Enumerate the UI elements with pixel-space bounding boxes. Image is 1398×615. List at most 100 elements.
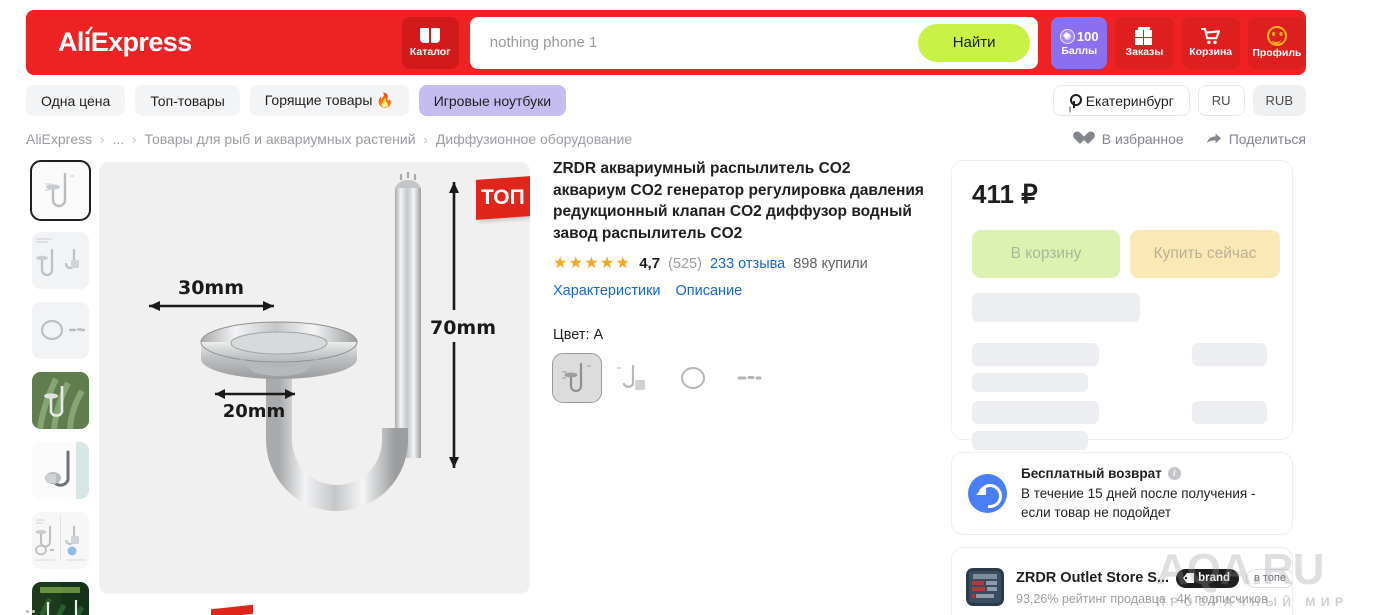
points-count: 100 (1076, 28, 1099, 44)
top-badge-label: ТОП (481, 186, 525, 210)
points-button[interactable]: 100 Баллы (1051, 16, 1108, 69)
info-icon[interactable]: i (1167, 466, 1181, 480)
share-label: Поделиться (1228, 131, 1306, 147)
dimension-30mm: 30mm (178, 277, 244, 299)
thumbnail-6[interactable] (32, 512, 89, 569)
profile-label: Профиль (1252, 47, 1302, 59)
chip-top-products[interactable]: Топ-товары (135, 85, 240, 116)
swatch-1[interactable] (552, 353, 602, 403)
chip-one-price[interactable]: Одна цена (26, 85, 126, 116)
product-price: 411 ₽ (972, 179, 1038, 209)
bought-count: 898 купили (793, 255, 868, 272)
reviews-link[interactable]: 233 отзыва (710, 256, 785, 272)
free-return-panel[interactable]: Бесплатный возврат i В течение 15 дней п… (951, 452, 1293, 535)
skeleton-placeholder (972, 401, 1099, 424)
breadcrumb-item-home[interactable]: AliExpress (26, 131, 92, 147)
buy-now-button[interactable]: Купить сейчас (1130, 230, 1280, 278)
breadcrumb: AliExpress › ... › Товары для рыб и аква… (26, 131, 632, 147)
link-description[interactable]: Описание (676, 283, 743, 299)
top-badge: ТОП (476, 175, 530, 221)
search-submit-button[interactable]: Найти (918, 23, 1031, 62)
main-product-image[interactable]: 30mm 20mm 70mm ТОП (99, 162, 530, 594)
product-photo: 30mm 20mm 70mm (99, 162, 530, 594)
breadcrumb-item-subcategory[interactable]: Диффузионное оборудование (436, 131, 632, 147)
breadcrumb-item-category[interactable]: Товары для рыб и аквариумных растений (145, 131, 416, 147)
return-arrow-icon (968, 474, 1007, 513)
clipped-dots-icon (26, 610, 40, 614)
swatch-2[interactable] (611, 354, 659, 402)
store-name-row: ZRDR Outlet Store S... brand в топе (1016, 568, 1292, 588)
star-rating: ★★★★★ ★★★★★ (553, 254, 632, 272)
product-anchor-links: Характеристики Описание (553, 283, 925, 299)
location-selector[interactable]: Екатеринбург (1052, 85, 1190, 116)
chip-gaming-laptops[interactable]: Игровые ноутбуки (418, 85, 567, 116)
rating-value: 4,7 (639, 255, 661, 272)
catalog-button[interactable]: Каталог (401, 16, 459, 69)
return-description: В течение 15 дней после получения - если… (1021, 485, 1256, 520)
skeleton-placeholder (972, 373, 1088, 392)
cart-icon (1200, 27, 1221, 45)
heart-icon (1080, 132, 1095, 146)
store-texts: ZRDR Outlet Store S... brand в топе 93,2… (1016, 568, 1292, 606)
add-to-favorites-button[interactable]: В избранное (1080, 131, 1184, 147)
book-icon (420, 27, 441, 44)
locale-controls: Екатеринбург RU RUB (1052, 85, 1306, 116)
breadcrumb-separator: › (423, 131, 428, 147)
logo-text: AliExpress (58, 27, 192, 57)
points-row: 100 (1059, 28, 1099, 44)
store-logo-icon (966, 568, 1004, 606)
clipped-red-shape (211, 604, 253, 615)
pin-icon (1069, 93, 1082, 108)
return-title-row: Бесплатный возврат i (1021, 466, 1276, 481)
dimension-20mm: 20mm (223, 401, 286, 422)
rating-row: ★★★★★ ★★★★★ 4,7 (525) 233 отзыва 898 куп… (553, 255, 925, 272)
currency-selector[interactable]: RUB (1252, 85, 1306, 116)
site-header: AliExpress Каталог Найти 100 Баллы Заказ… (26, 10, 1306, 75)
thumbnail-1[interactable] (30, 160, 91, 221)
search-bar: Найти (469, 16, 1039, 69)
catalog-label: Каталог (409, 45, 451, 58)
thumbnail-2[interactable] (32, 232, 89, 289)
orders-button[interactable]: Заказы (1115, 16, 1174, 69)
purchase-buttons: В корзину Купить сейчас (972, 230, 1280, 278)
skeleton-placeholder (972, 431, 1088, 450)
cart-label: Корзина (1189, 45, 1233, 58)
share-button[interactable]: Поделиться (1206, 131, 1306, 147)
favorites-label: В избранное (1101, 131, 1184, 147)
skeleton-placeholder (972, 293, 1140, 322)
purchase-panel: 411 ₽ В корзину Купить сейчас (951, 160, 1293, 450)
profile-button[interactable]: Профиль (1247, 16, 1306, 69)
return-title: Бесплатный возврат (1021, 465, 1162, 481)
brand-badge-label: brand (1198, 572, 1231, 584)
add-to-cart-button[interactable]: В корзину (972, 230, 1120, 278)
share-arrow-icon (1206, 132, 1222, 146)
language-selector[interactable]: RU (1197, 85, 1245, 116)
thumbnail-4[interactable] (32, 372, 89, 429)
page-actions: В избранное Поделиться (1080, 131, 1306, 147)
brand-badge: brand (1176, 568, 1240, 588)
breadcrumb-item-ellipsis[interactable]: ... (112, 131, 124, 147)
thumbnail-3[interactable] (32, 302, 89, 359)
bottom-clipped-content (26, 604, 326, 615)
rating-count: (525) (668, 255, 702, 272)
aliexpress-logo[interactable]: AliExpress (58, 26, 192, 58)
search-input[interactable] (489, 34, 830, 51)
category-chip-nav: Одна цена Топ-товары Горящие товары 🔥 Иг… (26, 85, 567, 116)
product-info: ZRDR аквариумный распылитель CO2 аквариу… (552, 158, 925, 403)
swatch-4[interactable] (727, 354, 775, 402)
gallery-thumbnails (30, 160, 91, 615)
skeleton-placeholder (1192, 401, 1267, 424)
link-specifications[interactable]: Характеристики (553, 283, 661, 299)
cart-button[interactable]: Корзина (1181, 16, 1240, 69)
return-texts: Бесплатный возврат i В течение 15 дней п… (1021, 466, 1276, 522)
swatch-3[interactable] (669, 354, 717, 402)
store-name[interactable]: ZRDR Outlet Store S... (1016, 570, 1169, 586)
skeleton-placeholder (972, 343, 1099, 366)
product-title: ZRDR аквариумный распылитель CO2 аквариу… (553, 160, 924, 242)
orders-label: Заказы (1125, 46, 1164, 58)
tag-icon (1183, 573, 1195, 583)
thumbnail-5[interactable] (32, 442, 89, 499)
store-stats: 93,26% рейтинг продавца · 4К подписчиков (1016, 591, 1268, 606)
store-panel[interactable]: ZRDR Outlet Store S... brand в топе 93,2… (951, 547, 1293, 615)
chip-hot-products[interactable]: Горящие товары 🔥 (249, 85, 409, 116)
